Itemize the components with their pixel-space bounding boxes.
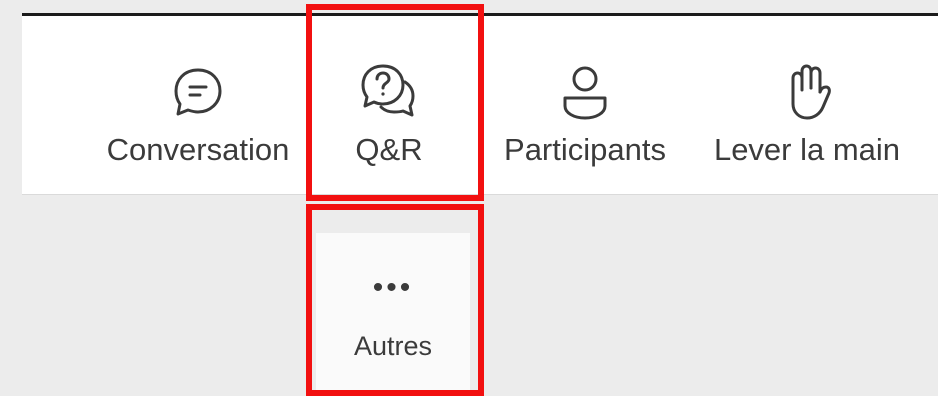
conversation-label: Conversation bbox=[106, 132, 290, 167]
more-icon: ••• bbox=[372, 271, 414, 304]
more-label: Autres bbox=[353, 331, 433, 361]
meeting-toolbar: Conversation Q&R Participants Lever la m… bbox=[22, 16, 938, 195]
raise-hand-icon bbox=[775, 60, 839, 124]
raise-hand-button[interactable]: Lever la main bbox=[702, 16, 912, 194]
more-button[interactable]: ••• Autres bbox=[316, 233, 470, 396]
participants-button[interactable]: Participants bbox=[488, 16, 682, 194]
person-icon bbox=[553, 60, 617, 124]
chat-bubble-icon bbox=[166, 60, 230, 124]
conversation-button[interactable]: Conversation bbox=[86, 16, 310, 194]
qa-button[interactable]: Q&R bbox=[318, 16, 460, 194]
qa-label: Q&R bbox=[355, 132, 423, 167]
raise-hand-label: Lever la main bbox=[713, 132, 901, 167]
participants-label: Participants bbox=[504, 132, 666, 167]
question-answer-icon bbox=[357, 60, 421, 124]
